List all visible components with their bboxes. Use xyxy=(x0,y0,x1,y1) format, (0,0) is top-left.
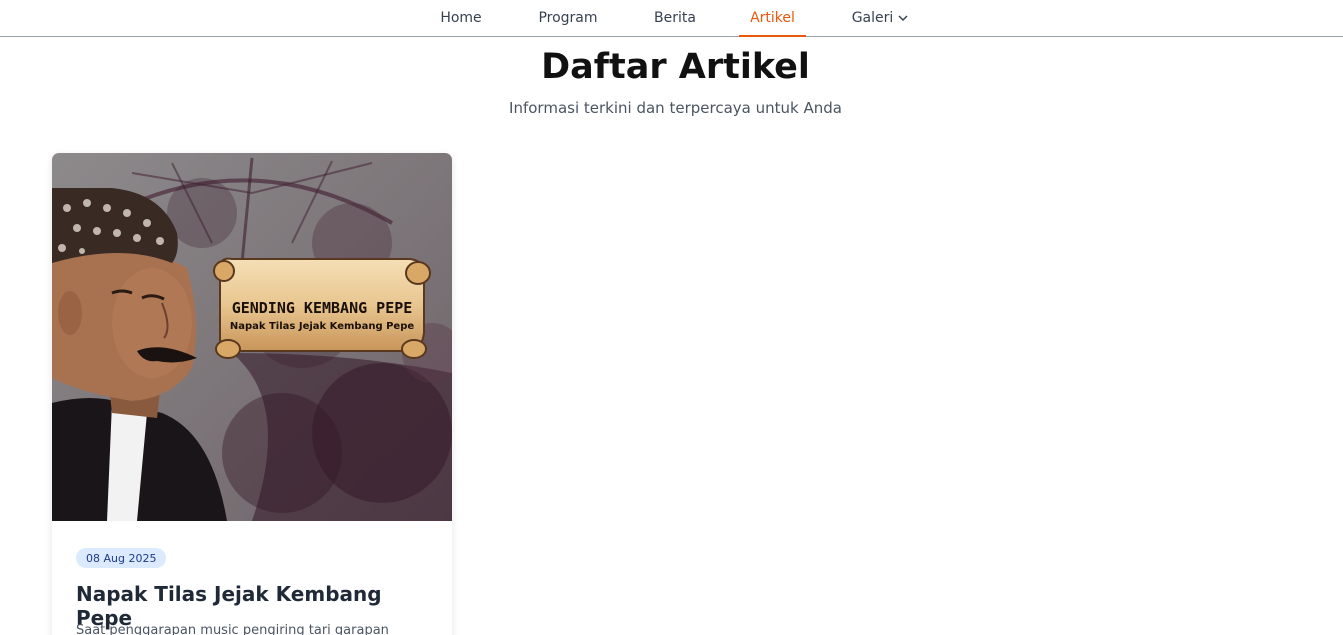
nav-program-label: Program xyxy=(538,10,598,26)
nav-home-label: Home xyxy=(440,10,482,26)
nav-galeri-dropdown[interactable]: Galeri xyxy=(842,0,918,36)
article-date-badge: 08 Aug 2025 xyxy=(76,548,167,568)
article-card[interactable]: GENDING KEMBANG PEPE Napak Tilas Jejak K… xyxy=(52,153,452,635)
banner-title: GENDING KEMBANG PEPE xyxy=(232,299,413,317)
page-subtitle: Informasi terkini dan terpercaya untuk A… xyxy=(509,99,842,117)
top-navigation: Home Program Berita Artikel Galeri xyxy=(0,0,1343,37)
nav-artikel[interactable]: Artikel xyxy=(739,0,806,37)
banner-subtitle: Napak Tilas Jejak Kembang Pepe xyxy=(230,321,415,332)
page-title: Daftar Artikel xyxy=(541,47,810,87)
nav-galeri-label: Galeri xyxy=(851,10,894,26)
article-thumbnail[interactable]: GENDING KEMBANG PEPE Napak Tilas Jejak K… xyxy=(52,153,452,521)
chevron-down-icon xyxy=(898,15,908,22)
nav-berita-label: Berita xyxy=(654,10,696,26)
nav-program[interactable]: Program xyxy=(528,0,608,36)
scroll-banner: GENDING KEMBANG PEPE Napak Tilas Jejak K… xyxy=(213,257,431,359)
nav-home[interactable]: Home xyxy=(430,0,492,36)
article-excerpt: Saat penggarapan music pengiring tari ga… xyxy=(76,623,389,635)
nav-artikel-label: Artikel xyxy=(750,10,795,26)
nav-berita[interactable]: Berita xyxy=(645,0,705,36)
article-image: GENDING KEMBANG PEPE Napak Tilas Jejak K… xyxy=(52,153,452,521)
